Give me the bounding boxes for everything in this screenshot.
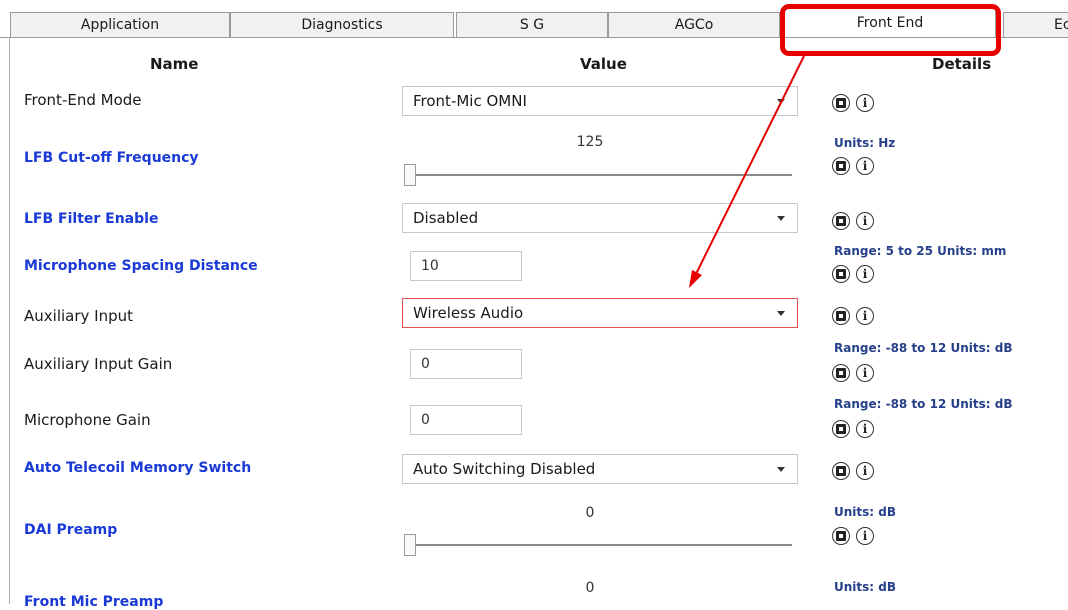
front-end-mode-details-icons: i xyxy=(832,92,896,114)
auxiliary-input-select[interactable]: Wireless Audio xyxy=(402,298,798,328)
auto-telecoil-memory-switch-value: Auto Switching Disabled xyxy=(413,460,596,478)
dai-preamp-label: DAI Preamp xyxy=(24,522,118,538)
restore-default-icon[interactable] xyxy=(832,420,850,438)
front-mic-preamp-details: Units: dB xyxy=(834,580,896,594)
microphone-spacing-distance-details-icons: i xyxy=(832,263,896,285)
dai-preamp-details: Units: dB xyxy=(834,505,896,519)
chevron-down-icon xyxy=(777,216,785,221)
auxiliary-input-gain-label: Auxiliary Input Gain xyxy=(24,355,173,373)
tab-highlight-box xyxy=(780,4,1001,56)
microphone-spacing-distance-input[interactable]: 10 xyxy=(410,251,522,281)
auxiliary-input-gain-details-icons: i xyxy=(832,362,896,384)
lfb-cutoff-frequency-label: LFB Cut-off Frequency xyxy=(24,150,199,166)
auto-telecoil-memory-switch-details-icons: i xyxy=(832,460,896,482)
info-icon[interactable]: i xyxy=(856,307,874,325)
restore-default-icon[interactable] xyxy=(832,364,850,382)
info-icon[interactable]: i xyxy=(856,527,874,545)
tab-ec[interactable]: Ec xyxy=(1003,12,1068,38)
dai-preamp-track[interactable] xyxy=(404,544,792,546)
column-header-value: Value xyxy=(580,55,627,73)
tab-s-g[interactable]: S G xyxy=(456,12,608,38)
lfb-cutoff-frequency-value: 125 xyxy=(576,134,604,150)
lfb-cutoff-frequency-details-icons: i xyxy=(832,155,896,177)
chevron-down-icon xyxy=(777,311,785,316)
content-border xyxy=(9,38,10,604)
chevron-down-icon xyxy=(777,99,785,104)
restore-default-icon[interactable] xyxy=(832,212,850,230)
dai-preamp-details-icons: i xyxy=(832,525,896,547)
dai-preamp-value: 0 xyxy=(585,505,595,521)
front-mic-preamp-value: 0 xyxy=(585,580,595,596)
lfb-filter-enable-select[interactable]: Disabled xyxy=(402,203,798,233)
restore-default-icon[interactable] xyxy=(832,307,850,325)
info-icon[interactable]: i xyxy=(856,212,874,230)
info-icon[interactable]: i xyxy=(856,420,874,438)
auxiliary-input-gain-details: Range: -88 to 12 Units: dB xyxy=(834,341,1013,355)
microphone-gain-details: Range: -88 to 12 Units: dB xyxy=(834,397,1013,411)
lfb-cutoff-frequency-thumb[interactable] xyxy=(404,164,416,186)
restore-default-icon[interactable] xyxy=(832,462,850,480)
lfb-filter-enable-value: Disabled xyxy=(413,209,479,227)
tab-application[interactable]: Application xyxy=(10,12,230,38)
front-end-mode-value: Front-Mic OMNI xyxy=(413,92,527,110)
column-header-name: Name xyxy=(150,55,199,73)
dai-preamp-thumb[interactable] xyxy=(404,534,416,556)
lfb-cutoff-frequency-details: Units: Hz xyxy=(834,136,896,150)
auxiliary-input-gain-input[interactable]: 0 xyxy=(410,349,522,379)
info-icon[interactable]: i xyxy=(856,364,874,382)
front-end-mode-select[interactable]: Front-Mic OMNI xyxy=(402,86,798,116)
microphone-gain-details-icons: i xyxy=(832,418,896,440)
auxiliary-input-label: Auxiliary Input xyxy=(24,307,133,325)
auxiliary-input-value: Wireless Audio xyxy=(413,304,524,322)
microphone-gain-input[interactable]: 0 xyxy=(410,405,522,435)
tab-agco[interactable]: AGCo xyxy=(608,12,780,38)
lfb-cutoff-frequency-track[interactable] xyxy=(404,174,792,176)
info-icon[interactable]: i xyxy=(856,157,874,175)
info-icon[interactable]: i xyxy=(856,265,874,283)
microphone-gain-label: Microphone Gain xyxy=(24,411,151,429)
restore-default-icon[interactable] xyxy=(832,94,850,112)
column-header-details: Details xyxy=(932,55,992,73)
microphone-spacing-distance-details: Range: 5 to 25 Units: mm xyxy=(834,244,1007,258)
info-icon[interactable]: i xyxy=(856,462,874,480)
chevron-down-icon xyxy=(777,467,785,472)
lfb-filter-enable-label: LFB Filter Enable xyxy=(24,211,159,227)
front-mic-preamp-label: Front Mic Preamp xyxy=(24,594,164,610)
lfb-filter-enable-details-icons: i xyxy=(832,210,896,232)
restore-default-icon[interactable] xyxy=(832,157,850,175)
auto-telecoil-memory-switch-label: Auto Telecoil Memory Switch xyxy=(24,460,252,476)
auxiliary-input-details-icons: i xyxy=(832,305,896,327)
auto-telecoil-memory-switch-select[interactable]: Auto Switching Disabled xyxy=(402,454,798,484)
restore-default-icon[interactable] xyxy=(832,265,850,283)
tab-diagnostics[interactable]: Diagnostics xyxy=(230,12,454,38)
microphone-spacing-distance-label: Microphone Spacing Distance xyxy=(24,258,258,274)
info-icon[interactable]: i xyxy=(856,94,874,112)
front-end-mode-label: Front-End Mode xyxy=(24,91,142,109)
restore-default-icon[interactable] xyxy=(832,527,850,545)
